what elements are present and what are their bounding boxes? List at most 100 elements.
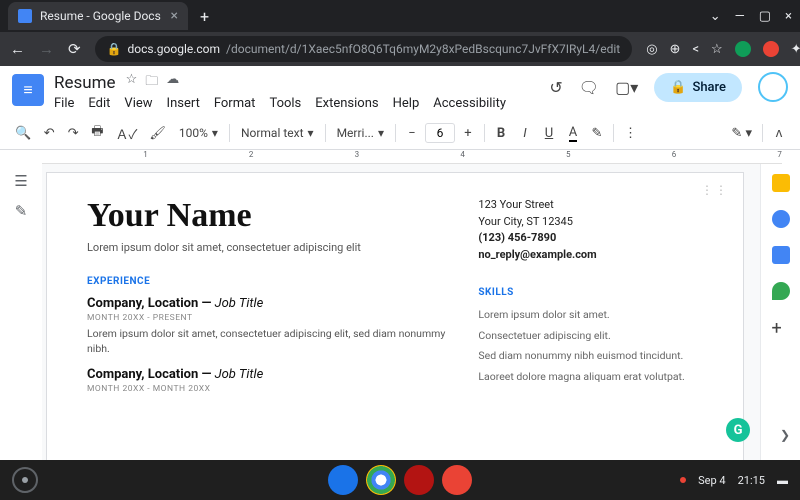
skill-item[interactable]: Sed diam nonummy nibh euismod tincidunt. bbox=[478, 349, 703, 364]
contact-phone[interactable]: (123) 456-7890 bbox=[478, 230, 703, 247]
share-button[interactable]: 🔒 Share bbox=[654, 73, 742, 102]
reload-button[interactable]: ⟳ bbox=[68, 40, 81, 58]
contact-city[interactable]: Your City, ST 12345 bbox=[478, 214, 703, 231]
italic-button[interactable]: I bbox=[514, 121, 536, 145]
chevron-down-icon[interactable]: ⌄ bbox=[710, 9, 721, 24]
shelf-app-icon[interactable] bbox=[442, 465, 472, 495]
forward-button[interactable]: → bbox=[39, 40, 54, 58]
outline-icon[interactable]: ☰ bbox=[14, 172, 27, 190]
section-header-experience[interactable]: EXPERIENCE bbox=[87, 276, 446, 287]
skill-item[interactable]: Laoreet dolore magna aliquam erat volutp… bbox=[478, 370, 703, 385]
move-icon[interactable]: 🗀 bbox=[145, 72, 158, 94]
explore-arrow-icon[interactable]: ❯ bbox=[780, 428, 790, 442]
side-panel: + bbox=[760, 164, 800, 460]
menu-help[interactable]: Help bbox=[393, 96, 420, 111]
drag-handle-icon[interactable]: ⋮⋮ bbox=[701, 183, 729, 197]
font-select[interactable]: Merri... ▾ bbox=[331, 123, 390, 143]
chrome-app-icon[interactable] bbox=[366, 465, 396, 495]
paint-format-icon[interactable]: 🖌 bbox=[144, 121, 171, 145]
menu-accessibility[interactable]: Accessibility bbox=[433, 96, 506, 111]
edit-indicator-icon[interactable]: ✎ bbox=[15, 202, 28, 220]
comments-icon[interactable]: 🗨 bbox=[579, 78, 599, 97]
star-icon[interactable]: ☆ bbox=[126, 72, 138, 94]
highlight-button[interactable]: ✎ bbox=[586, 121, 608, 145]
grammarly-icon[interactable]: G bbox=[726, 418, 750, 442]
close-window-icon[interactable]: × bbox=[785, 9, 792, 24]
browser-toolbar: ← → ⟳ 🔒 docs.google.com/document/d/1Xaec… bbox=[0, 32, 800, 66]
fontsize-decrease[interactable]: − bbox=[401, 121, 423, 145]
tasks-icon[interactable] bbox=[772, 210, 790, 228]
text-color-button[interactable]: A bbox=[562, 121, 584, 145]
files-app-icon[interactable] bbox=[328, 465, 358, 495]
maps-icon[interactable] bbox=[772, 282, 790, 300]
menu-extensions[interactable]: Extensions bbox=[315, 96, 378, 111]
spellcheck-icon[interactable]: Ａ✓ bbox=[110, 121, 142, 145]
url-host: docs.google.com bbox=[128, 42, 221, 56]
resume-tagline[interactable]: Lorem ipsum dolor sit amet, consectetuer… bbox=[87, 241, 446, 254]
launcher-button[interactable] bbox=[12, 467, 38, 493]
underline-button[interactable]: U bbox=[538, 121, 560, 145]
new-tab-button[interactable]: + bbox=[200, 7, 209, 26]
fontsize-input[interactable] bbox=[425, 123, 455, 143]
print-icon[interactable]: 🖶 bbox=[86, 121, 108, 145]
meet-icon[interactable]: ▢▾ bbox=[615, 78, 638, 97]
ext-icon[interactable]: ⊕ bbox=[670, 42, 681, 57]
maximize-icon[interactable]: ▢ bbox=[759, 9, 771, 24]
document-page[interactable]: ⋮⋮ Your Name Lorem ipsum dolor sit amet,… bbox=[46, 172, 744, 460]
job-date[interactable]: MONTH 20XX - MONTH 20XX bbox=[87, 384, 446, 394]
menu-insert[interactable]: Insert bbox=[167, 96, 200, 111]
contacts-icon[interactable] bbox=[772, 246, 790, 264]
status-time[interactable]: 21:15 bbox=[738, 474, 765, 487]
contact-email[interactable]: no_reply@example.com bbox=[478, 247, 703, 264]
zoom-select[interactable]: 100% ▾ bbox=[173, 123, 224, 143]
bold-button[interactable]: B bbox=[490, 121, 512, 145]
docs-logo-icon[interactable]: ≡ bbox=[12, 74, 44, 106]
menu-edit[interactable]: Edit bbox=[88, 96, 110, 111]
more-format-icon[interactable]: ⋮ bbox=[619, 121, 642, 145]
bookmark-icon[interactable]: ☆ bbox=[711, 42, 723, 57]
window-controls: ⌄ — ▢ × bbox=[710, 9, 792, 24]
ext-icon[interactable] bbox=[763, 41, 779, 57]
status-date[interactable]: Sep 4 bbox=[698, 474, 725, 487]
minimize-icon[interactable]: — bbox=[735, 9, 745, 24]
redo-button[interactable]: ↷ bbox=[62, 121, 84, 145]
notification-dot-icon[interactable] bbox=[680, 477, 686, 483]
ext-icon[interactable]: ◎ bbox=[646, 42, 657, 57]
menu-tools[interactable]: Tools bbox=[269, 96, 301, 111]
menu-view[interactable]: View bbox=[124, 96, 152, 111]
search-menus-icon[interactable]: 🔍 bbox=[10, 121, 36, 145]
menu-format[interactable]: Format bbox=[214, 96, 256, 111]
cloud-status-icon[interactable]: ☁ bbox=[166, 72, 179, 94]
collapse-toolbar-icon[interactable]: ʌ bbox=[768, 121, 790, 145]
job-date[interactable]: MONTH 20XX - PRESENT bbox=[87, 313, 446, 323]
job-description[interactable]: Lorem ipsum dolor sit amet, consectetuer… bbox=[87, 327, 446, 356]
account-avatar[interactable] bbox=[758, 72, 788, 102]
shelf-app-icon[interactable] bbox=[404, 465, 434, 495]
browser-tab[interactable]: Resume - Google Docs × bbox=[8, 2, 188, 30]
extensions-icon[interactable]: ✦ bbox=[791, 42, 800, 57]
menu-file[interactable]: File bbox=[54, 96, 74, 111]
job-entry[interactable]: Company, Location — Job Title bbox=[87, 295, 446, 311]
contact-street[interactable]: 123 Your Street bbox=[478, 197, 703, 214]
page-canvas[interactable]: ⋮⋮ Your Name Lorem ipsum dolor sit amet,… bbox=[42, 164, 760, 460]
tab-close-icon[interactable]: × bbox=[171, 8, 178, 24]
horizontal-ruler[interactable]: 1234567 bbox=[42, 150, 782, 164]
skill-item[interactable]: Consectetuer adipiscing elit. bbox=[478, 329, 703, 344]
document-title[interactable]: Resume bbox=[54, 73, 116, 93]
fontsize-increase[interactable]: + bbox=[457, 121, 479, 145]
share-icon[interactable]: < bbox=[692, 42, 699, 57]
editing-mode-button[interactable]: ✎ ▾ bbox=[726, 121, 757, 145]
undo-button[interactable]: ↶ bbox=[38, 121, 60, 145]
keep-icon[interactable] bbox=[772, 174, 790, 192]
battery-icon[interactable]: ▬ bbox=[777, 474, 788, 487]
ext-icon[interactable] bbox=[735, 41, 751, 57]
back-button[interactable]: ← bbox=[10, 40, 25, 58]
section-header-skills[interactable]: SKILLS bbox=[478, 285, 703, 300]
history-icon[interactable]: ↺ bbox=[549, 78, 562, 97]
skill-item[interactable]: Lorem ipsum dolor sit amet. bbox=[478, 308, 703, 323]
style-select[interactable]: Normal text ▾ bbox=[235, 123, 320, 143]
resume-name[interactable]: Your Name bbox=[87, 197, 446, 235]
job-entry[interactable]: Company, Location — Job Title bbox=[87, 366, 446, 382]
address-bar[interactable]: 🔒 docs.google.com/document/d/1Xaec5nfO8Q… bbox=[95, 36, 633, 62]
add-addon-icon[interactable]: + bbox=[772, 318, 790, 336]
